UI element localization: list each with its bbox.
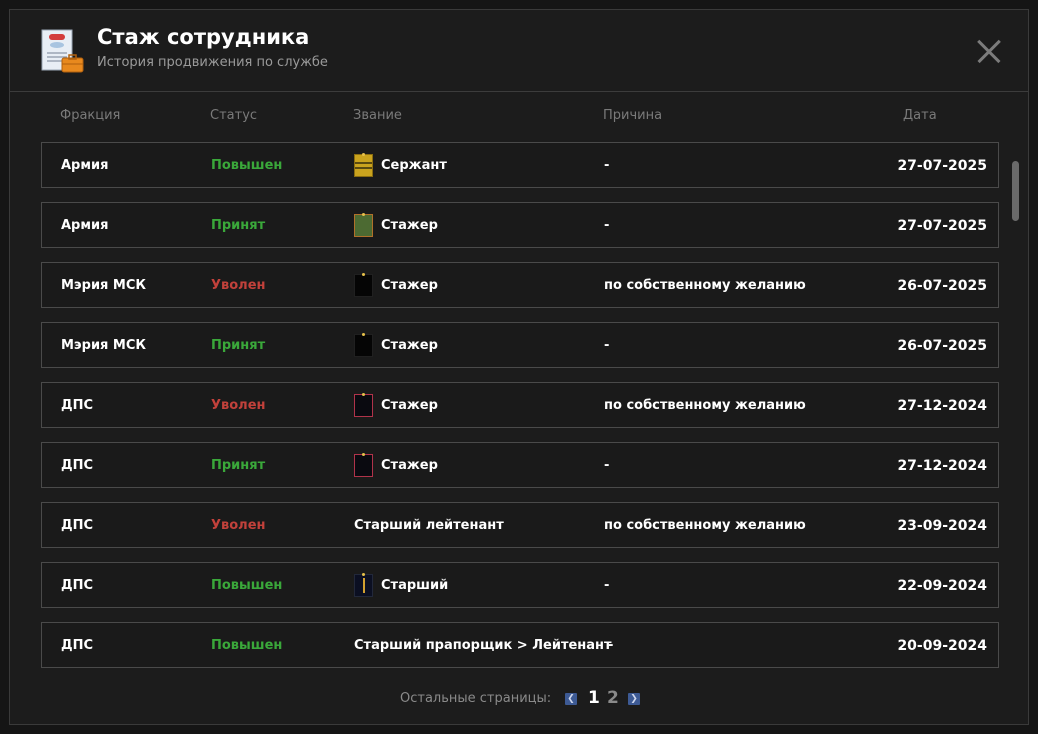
- senior-shoulder-strap-icon: [354, 573, 373, 597]
- row-status: Повышен: [211, 578, 283, 593]
- page-2-button[interactable]: 2: [607, 688, 619, 708]
- police-shoulder-strap-icon: [354, 453, 373, 477]
- prev-page-icon[interactable]: ❮: [565, 693, 577, 705]
- page-1-button[interactable]: 1: [588, 688, 600, 708]
- pagination: Остальные страницы: ❮ 1 2 ❯: [10, 688, 1028, 710]
- row-status: Уволен: [211, 278, 266, 293]
- close-icon[interactable]: [976, 38, 1002, 64]
- page-subtitle: История продвижения по службе: [97, 55, 328, 70]
- row-status: Уволен: [211, 518, 266, 533]
- row-reason: -: [608, 638, 614, 653]
- row-reason: по собственному желанию: [604, 398, 806, 413]
- table-row[interactable]: Мэрия МСК Уволен Стажер по собственному …: [41, 262, 999, 308]
- row-faction: Мэрия МСК: [61, 278, 147, 293]
- police-shoulder-strap-icon: [354, 393, 373, 417]
- table-row[interactable]: ДПС Повышен Старший прапорщик > Лейтенан…: [41, 622, 999, 668]
- row-rank: Сержант: [354, 153, 447, 177]
- row-rank: Стажер: [354, 453, 438, 477]
- row-rank: Старший прапорщик > Лейтенант: [354, 638, 612, 653]
- window-header: Стаж сотрудника История продвижения по с…: [10, 10, 1028, 92]
- row-reason: -: [604, 578, 610, 593]
- employee-record-icon: [41, 29, 84, 73]
- row-status: Повышен: [211, 638, 283, 653]
- column-header-reason: Причина: [603, 108, 663, 123]
- page-title: Стаж сотрудника: [97, 25, 310, 49]
- row-faction: ДПС: [61, 638, 93, 653]
- column-header-rank: Звание: [353, 108, 402, 123]
- sergeant-shoulder-strap-icon: [354, 153, 373, 177]
- table-header: Фракция Статус Звание Причина Дата: [10, 108, 1028, 128]
- row-rank: Стажер: [354, 273, 438, 297]
- row-faction: ДПС: [61, 518, 93, 533]
- table-row[interactable]: Армия Принят Стажер - 27-07-2025: [41, 202, 999, 248]
- row-reason: по собственному желанию: [604, 518, 806, 533]
- row-reason: -: [604, 218, 610, 233]
- seniority-window: Стаж сотрудника История продвижения по с…: [9, 9, 1029, 725]
- row-reason: -: [604, 458, 610, 473]
- table-row[interactable]: Армия Повышен Сержант - 27-07-2025: [41, 142, 999, 188]
- row-date: 26-07-2025: [897, 278, 987, 294]
- table-row[interactable]: ДПС Повышен Старший - 22-09-2024: [41, 562, 999, 608]
- row-rank: Стажер: [354, 213, 438, 237]
- table-row[interactable]: ДПС Уволен Старший лейтенант по собствен…: [41, 502, 999, 548]
- column-header-date: Дата: [903, 108, 937, 123]
- row-date: 27-07-2025: [897, 158, 987, 174]
- column-header-faction: Фракция: [60, 108, 121, 123]
- row-faction: Мэрия МСК: [61, 338, 147, 353]
- row-rank: Старший: [354, 573, 448, 597]
- row-date: 26-07-2025: [897, 338, 987, 354]
- row-faction: ДПС: [61, 458, 93, 473]
- row-date: 23-09-2024: [897, 518, 987, 534]
- row-faction: ДПС: [61, 578, 93, 593]
- black-shoulder-strap-icon: [354, 273, 373, 297]
- row-date: 27-07-2025: [897, 218, 987, 234]
- black-shoulder-strap-icon: [354, 333, 373, 357]
- row-faction: Армия: [61, 158, 109, 173]
- column-header-status: Статус: [210, 108, 258, 123]
- scrollbar-thumb[interactable]: [1012, 161, 1019, 221]
- row-reason: -: [604, 158, 610, 173]
- row-status: Принят: [211, 458, 266, 473]
- row-reason: по собственному желанию: [604, 278, 806, 293]
- seniority-list[interactable]: Армия Повышен Сержант - 27-07-2025 Армия…: [41, 142, 1000, 669]
- row-reason: -: [604, 338, 610, 353]
- row-status: Повышен: [211, 158, 283, 173]
- row-status: Уволен: [211, 398, 266, 413]
- row-rank: Стажер: [354, 393, 438, 417]
- pagination-label: Остальные страницы:: [400, 691, 552, 706]
- row-faction: Армия: [61, 218, 109, 233]
- row-date: 27-12-2024: [897, 458, 987, 474]
- row-rank: Старший лейтенант: [354, 518, 504, 533]
- table-row[interactable]: Мэрия МСК Принят Стажер - 26-07-2025: [41, 322, 999, 368]
- row-date: 20-09-2024: [897, 638, 987, 654]
- row-status: Принят: [211, 338, 266, 353]
- row-faction: ДПС: [61, 398, 93, 413]
- row-date: 22-09-2024: [897, 578, 987, 594]
- table-row[interactable]: ДПС Уволен Стажер по собственному желани…: [41, 382, 999, 428]
- next-page-icon[interactable]: ❯: [628, 693, 640, 705]
- row-rank: Стажер: [354, 333, 438, 357]
- row-status: Принят: [211, 218, 266, 233]
- row-date: 27-12-2024: [897, 398, 987, 414]
- army-trainee-shoulder-strap-icon: [354, 213, 373, 237]
- table-row[interactable]: ДПС Принят Стажер - 27-12-2024: [41, 442, 999, 488]
